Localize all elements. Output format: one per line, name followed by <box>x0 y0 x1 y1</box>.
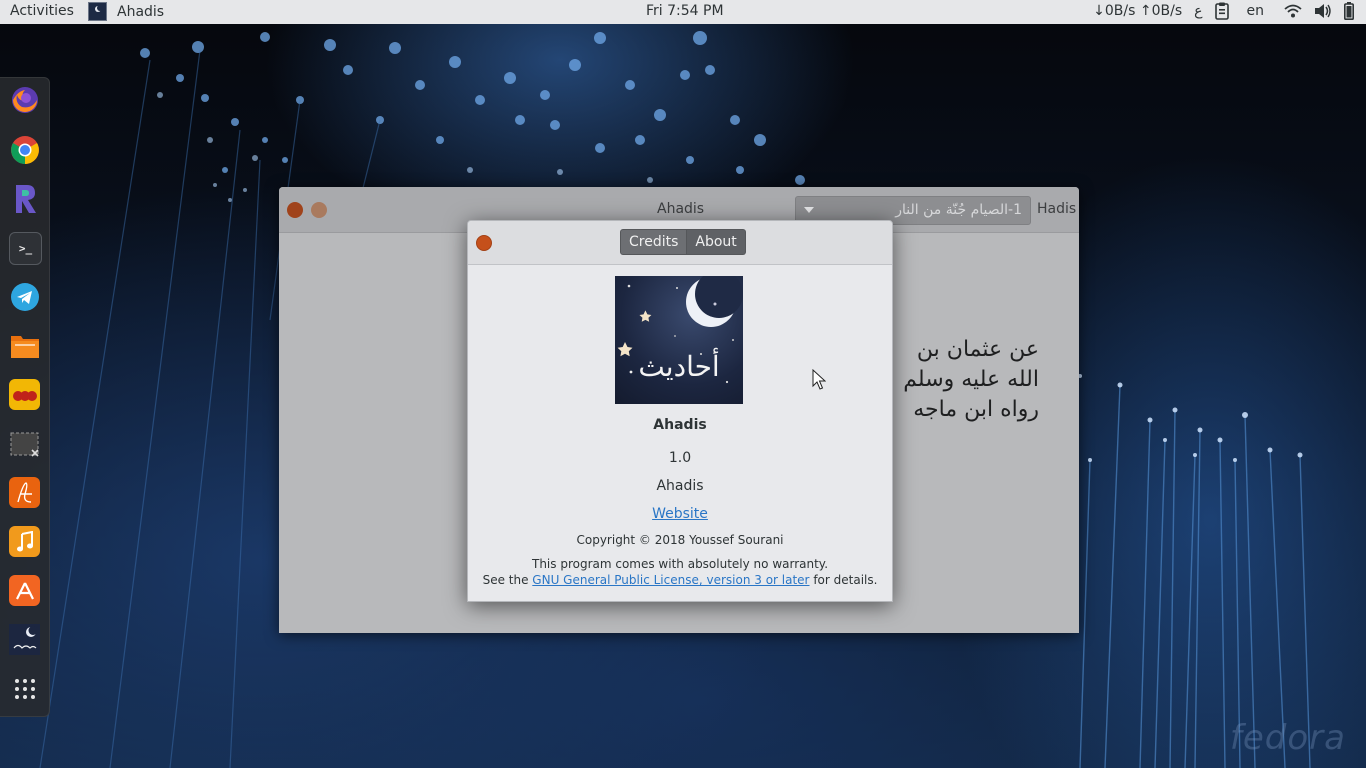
program-name: Ahadis <box>653 417 707 433</box>
show-apps-icon[interactable] <box>9 673 40 704</box>
keyboard-language[interactable]: en <box>1247 3 1265 19</box>
wifi-icon[interactable] <box>1284 4 1302 18</box>
program-comments: Ahadis <box>656 478 704 494</box>
dash-dock: >_ <box>0 77 50 717</box>
app-menu[interactable]: Ahadis <box>88 2 164 21</box>
tab-about[interactable]: About <box>687 229 746 255</box>
about-tabs: Credits About <box>620 229 746 255</box>
chevron-down-icon <box>804 207 814 213</box>
fedora-watermark: fedora <box>1229 718 1346 758</box>
hadis-dropdown-value: 1-الصيام جُنّة من النار <box>895 202 1022 218</box>
about-close-button[interactable] <box>476 235 492 251</box>
clock[interactable]: Fri 7:54 PM <box>646 3 724 19</box>
main-close-button[interactable] <box>287 202 303 218</box>
program-version: 1.0 <box>668 450 692 466</box>
license-line-2: See the GNU General Public License, vers… <box>468 573 892 587</box>
chrome-icon[interactable] <box>9 134 40 165</box>
ahadis-icon[interactable] <box>9 624 40 655</box>
copyright: Copyright © 2018 Youssef Sourani <box>576 533 784 547</box>
terminal-icon[interactable]: >_ <box>9 232 42 265</box>
license-link[interactable]: GNU General Public License, version 3 or… <box>532 573 809 587</box>
ball-app-icon[interactable] <box>9 379 40 410</box>
about-dialog-header: Credits About <box>468 221 892 265</box>
license-suffix: for details. <box>809 573 878 587</box>
clipboard-icon[interactable] <box>1214 2 1229 20</box>
files-icon[interactable] <box>9 330 40 361</box>
volume-icon[interactable] <box>1314 3 1332 19</box>
network-speed: ↓0B/s ↑0B/s <box>1093 3 1183 19</box>
app-logo: أحاديث <box>615 276 743 404</box>
tab-credits[interactable]: Credits <box>620 229 688 255</box>
battery-icon[interactable] <box>1344 2 1354 20</box>
telegram-icon[interactable] <box>9 281 40 312</box>
app-menu-label: Ahadis <box>117 3 165 20</box>
input-source-indicator[interactable]: ع <box>1194 3 1202 19</box>
rstudio-icon[interactable] <box>9 183 40 214</box>
license-prefix: See the <box>482 573 533 587</box>
activities-button[interactable]: Activities <box>10 3 74 19</box>
firefox-icon[interactable] <box>9 84 40 115</box>
main-minimize-button[interactable] <box>311 202 327 218</box>
music-icon[interactable] <box>9 526 40 557</box>
website-link[interactable]: Website <box>652 506 708 522</box>
hadis-label: Hadis <box>1037 201 1077 217</box>
website-row: Website <box>468 506 892 522</box>
about-dialog: Credits About أحاديث Ahadis 1.0 Ahadis W… <box>467 220 893 602</box>
mouse-cursor-icon <box>812 369 826 390</box>
ahadis-app-icon <box>88 2 107 21</box>
document-viewer-icon[interactable] <box>9 477 40 508</box>
main-window-title: Ahadis <box>657 201 705 217</box>
app-logo-text: أحاديث <box>638 350 720 383</box>
screenshot-icon[interactable] <box>9 428 40 459</box>
top-bar: Activities Ahadis Fri 7:54 PM ↓0B/s ↑0B/… <box>0 0 1366 24</box>
system-tray: ↓0B/s ↑0B/s ع en <box>1093 2 1354 20</box>
software-store-icon[interactable] <box>9 575 40 606</box>
license-line-1: This program comes with absolutely no wa… <box>531 557 829 571</box>
